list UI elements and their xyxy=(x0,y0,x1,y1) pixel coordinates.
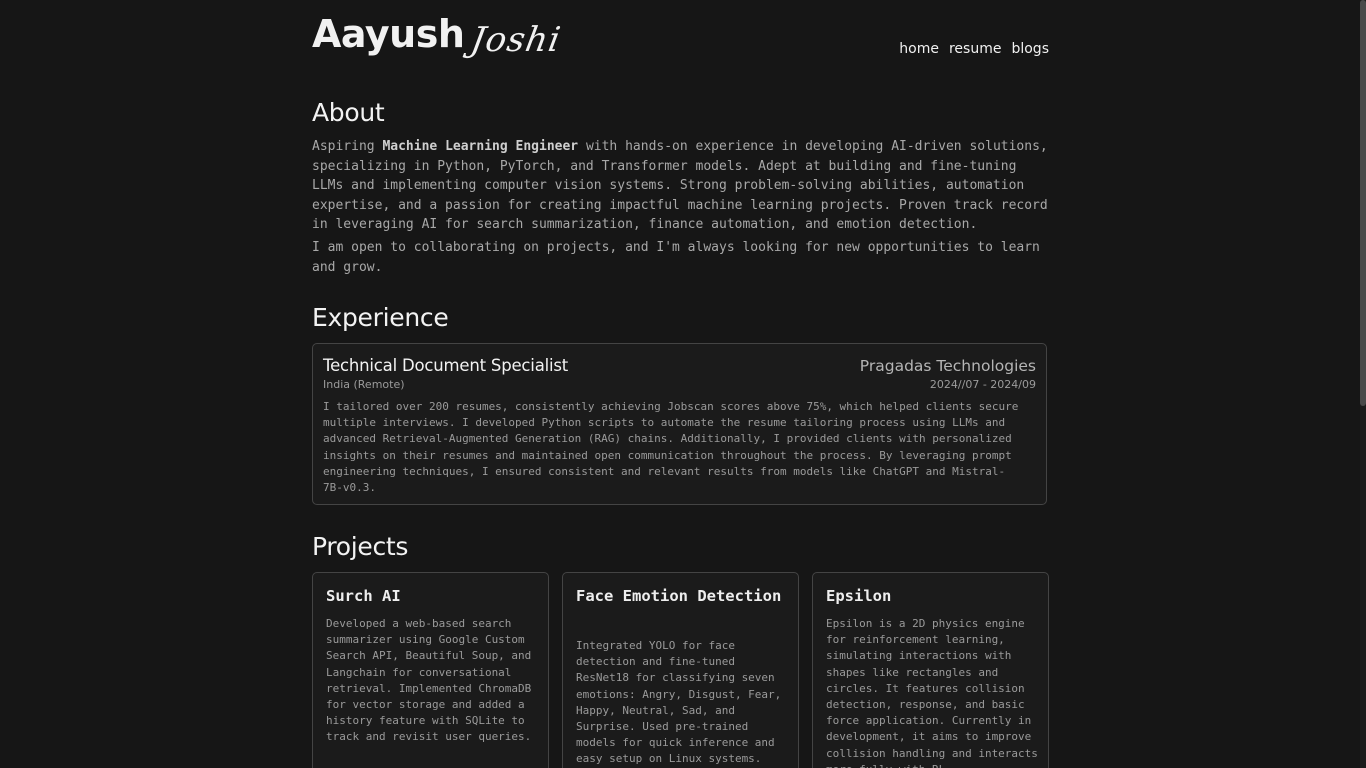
experience-card: Technical Document Specialist India (Rem… xyxy=(312,343,1047,505)
nav-blogs-link[interactable]: blogs xyxy=(1011,41,1049,57)
project-title: Face Emotion Detection xyxy=(576,587,782,605)
experience-dates: 2024//07 - 2024/09 xyxy=(929,378,1036,391)
project-description: Developed a web-based search summarizer … xyxy=(326,617,532,744)
project-card-face-emotion[interactable]: Face Emotion Detection Integrated YOLO f… xyxy=(562,572,799,768)
page: Aayush Joshi home resume blogs About Aspi… xyxy=(0,0,1366,768)
logo-last-name: Joshi xyxy=(468,20,565,60)
experience-role: Technical Document Specialist xyxy=(323,356,569,375)
page-scrollbar[interactable] xyxy=(1360,0,1366,768)
project-title: Epsilon xyxy=(826,587,892,605)
experience-heading: Experience xyxy=(312,303,449,332)
project-description: Integrated YOLO for face detection and f… xyxy=(576,639,782,766)
about-paragraph: Aspiring Machine Learning Engineer with … xyxy=(312,137,1049,235)
site-header: Aayush Joshi home resume blogs xyxy=(312,0,1049,80)
experience-description: I tailored over 200 resumes, consistentl… xyxy=(323,400,1019,495)
nav-resume-link[interactable]: resume xyxy=(949,41,1001,57)
about-open-paragraph: I am open to collaborating on projects, … xyxy=(312,240,1040,275)
experience-location: India (Remote) xyxy=(323,378,405,391)
about-p1-before: Aspiring xyxy=(312,139,383,154)
scrollbar-thumb[interactable] xyxy=(1360,0,1366,406)
experience-company: Pragadas Technologies xyxy=(859,357,1036,375)
project-title: Surch AI xyxy=(326,587,401,605)
about-role-highlight: Machine Learning Engineer xyxy=(382,139,579,154)
project-card-epsilon[interactable]: Epsilon Epsilon is a 2D physics engine f… xyxy=(812,572,1049,768)
site-logo[interactable]: Aayush Joshi xyxy=(312,12,565,60)
about-heading: About xyxy=(312,98,385,127)
project-card-surch-ai[interactable]: Surch AI Developed a web-based search su… xyxy=(312,572,549,768)
main-container: Aayush Joshi home resume blogs About Aspi… xyxy=(312,0,1049,768)
main-nav: home resume blogs xyxy=(899,41,1049,57)
logo-first-name: Aayush xyxy=(312,12,465,56)
nav-home-link[interactable]: home xyxy=(899,41,939,57)
projects-heading: Projects xyxy=(312,532,409,561)
project-description: Epsilon is a 2D physics engine for reinf… xyxy=(826,617,1038,768)
